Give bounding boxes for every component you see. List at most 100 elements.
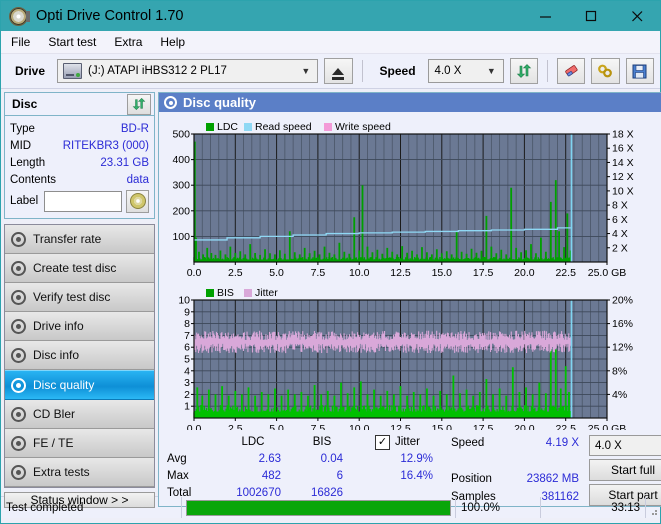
menu-bar: File Start test Extra Help [1, 31, 660, 54]
sidebar-item-verify-test-disc[interactable]: Verify test disc [5, 283, 154, 312]
sidebar-item-drive-info[interactable]: Drive info [5, 312, 154, 341]
disc-row-mid-key: MID [10, 139, 32, 152]
svg-text:10.0: 10.0 [349, 423, 370, 430]
minimize-icon[interactable] [522, 1, 568, 31]
disc-label-key: Label [10, 195, 39, 207]
readout-position-value: 23862 MB [526, 473, 579, 486]
disc-panel-header: Disc [5, 93, 154, 116]
stats-row-total-jitter [375, 485, 443, 501]
jitter-checkbox[interactable]: ✓ [375, 434, 390, 450]
svg-text:Write speed: Write speed [335, 121, 391, 133]
refresh-icon [132, 97, 146, 111]
sidebar-item-transfer-rate[interactable]: Transfer rate [5, 225, 154, 254]
stats-row-max-label: Max [167, 470, 189, 482]
speed-select-value: 4.0 X [434, 65, 462, 77]
drive-icon [63, 63, 83, 79]
start-full-button[interactable]: Start full [589, 459, 661, 481]
test-speed-value: 4.0 X [595, 439, 622, 452]
drive-select[interactable]: (J:) ATAPI iHBS312 2 PL17 ▼ [57, 59, 319, 83]
status-message: Test completed [1, 497, 182, 518]
sidebar-item-cd-bler[interactable]: CD Bler [5, 400, 154, 429]
svg-text:9: 9 [184, 306, 190, 318]
svg-text:500: 500 [172, 129, 190, 141]
sidebar-item-label: Drive info [33, 319, 84, 333]
stats-gap-avg [353, 451, 375, 467]
disc-icon [11, 406, 26, 422]
menu-item-help[interactable]: Help [160, 35, 185, 49]
disc-refresh-button[interactable] [127, 93, 151, 115]
svg-text:5.0: 5.0 [269, 423, 284, 430]
svg-text:4 X: 4 X [612, 228, 628, 240]
disc-quality-panel: Disc quality LDC Read speed Write speed 50… [158, 92, 661, 507]
svg-text:3: 3 [184, 377, 190, 389]
speed-select[interactable]: 4.0 X ▼ [427, 59, 504, 83]
stats-area: LDC BIS ✓ Jitter Avg 2.63 0.04 12.9% Max… [159, 430, 661, 506]
tools-icon [598, 64, 612, 78]
action-buttons: 4.0 X ▼ Start full Start part [589, 434, 661, 506]
svg-text:15.0: 15.0 [432, 267, 453, 279]
sidebar-item-disc-quality[interactable]: Disc quality [5, 370, 154, 400]
chevron-down-icon: ▼ [486, 66, 496, 76]
sidebar-item-extra-tests[interactable]: Extra tests [5, 458, 154, 487]
resize-grip-icon[interactable] [646, 497, 660, 518]
sidebar-item-create-test-disc[interactable]: Create test disc [5, 254, 154, 283]
sidebar-item-fe-te[interactable]: FE / TE [5, 429, 154, 458]
erase-button[interactable] [557, 58, 586, 84]
stats-gap-total [353, 485, 375, 501]
menu-item-start-test[interactable]: Start test [48, 35, 96, 49]
svg-text:8 X: 8 X [612, 200, 628, 212]
disc-icon [11, 435, 26, 451]
jitter-label: Jitter [395, 436, 420, 448]
svg-text:300: 300 [172, 180, 190, 192]
sidebar-item-label: Transfer rate [33, 232, 102, 246]
disc-label-input[interactable] [44, 190, 123, 212]
title-bar: Opti Drive Control 1.70 [1, 1, 660, 31]
svg-text:8: 8 [184, 318, 190, 330]
test-speed-select[interactable]: 4.0 X ▼ [589, 435, 661, 456]
svg-text:2.5: 2.5 [228, 267, 243, 279]
progress-percent: 100.0% [456, 497, 541, 518]
svg-text:200: 200 [172, 205, 190, 217]
svg-text:17.5: 17.5 [473, 423, 494, 430]
menu-item-file[interactable]: File [11, 35, 30, 49]
refresh-button[interactable] [509, 58, 539, 84]
tools-button[interactable] [591, 58, 620, 84]
sidebar-item-disc-info[interactable]: Disc info [5, 341, 154, 370]
stats-row-avg-ldc: 2.63 [258, 453, 281, 465]
disc-icon [11, 377, 26, 393]
disc-row-type-value: BD-R [120, 122, 149, 135]
disc-row-length-value: 23.31 GB [100, 156, 149, 169]
disc-row-contents-value: data [126, 173, 149, 186]
close-icon[interactable] [614, 1, 660, 31]
menu-item-extra[interactable]: Extra [114, 35, 142, 49]
svg-text:20%: 20% [612, 295, 633, 307]
sidebar-item-label: Disc info [33, 348, 80, 362]
stats-row-avg-bis: 0.04 [320, 453, 343, 465]
disc-row-type: Type BD-R [10, 120, 149, 137]
svg-text:100: 100 [172, 231, 190, 243]
bis-chart: BIS Jitter 10987654321 20% 16% 12% 8% 4% 0.0 2… [178, 287, 633, 430]
disc-row-length: Length 23.31 GB [10, 154, 149, 171]
stats-row-max-bis: 6 [336, 470, 343, 482]
disc-row-type-key: Type [10, 122, 35, 135]
sidebar-item-label: FE / TE [33, 436, 74, 450]
svg-text:6: 6 [184, 342, 190, 354]
sidebar: Disc Type BD-R MID RITEKBR3 (000) Length… [1, 89, 158, 508]
save-button[interactable] [625, 58, 654, 84]
nav-list: Transfer rate Create test disc Verify te… [4, 224, 155, 488]
stats-row-avg-jitter: 12.9% [400, 453, 433, 465]
quality-charts: LDC Read speed Write speed 500400300200100… [159, 112, 655, 430]
chevron-down-icon: ▼ [301, 66, 311, 76]
disc-icon [11, 260, 26, 276]
disc-quality-icon [164, 96, 177, 109]
sidebar-item-label: Verify test disc [33, 290, 111, 304]
maximize-icon[interactable] [568, 1, 614, 31]
svg-text:7.5: 7.5 [311, 267, 326, 279]
eject-button[interactable] [324, 58, 353, 84]
disc-label-button[interactable] [126, 189, 149, 213]
disc-row-length-key: Length [10, 156, 46, 169]
readout-area: Speed 4.19 X Position 23862 MB Samples 3… [451, 434, 661, 506]
disc-row-contents-key: Contents [10, 173, 57, 186]
svg-text:6 X: 6 X [612, 214, 628, 226]
svg-text:5: 5 [184, 354, 190, 366]
